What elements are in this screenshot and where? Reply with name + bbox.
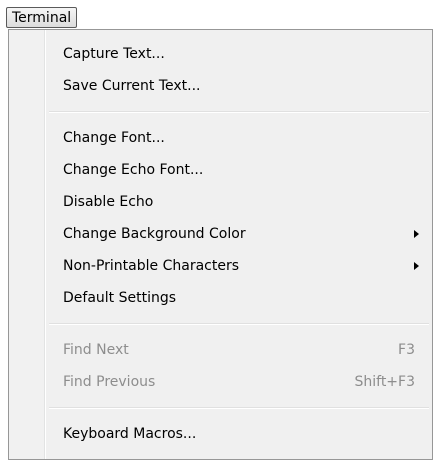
menu-item-label: Capture Text...: [63, 46, 165, 62]
submenu-arrow-icon: [414, 230, 419, 238]
terminal-dropdown-menu: Capture Text... Save Current Text... Cha…: [8, 29, 433, 460]
menu-item-shortcut: F3: [398, 342, 415, 358]
menu-item-disable-echo[interactable]: Disable Echo: [49, 186, 429, 218]
submenu-arrow-icon: [414, 262, 419, 270]
menu-item-change-background-color[interactable]: Change Background Color: [49, 218, 429, 250]
menu-item-change-font[interactable]: Change Font...: [49, 122, 429, 154]
menu-separator: [49, 323, 429, 325]
menu-separator: [49, 111, 429, 113]
menu-item-find-next: Find Next F3: [49, 334, 429, 366]
menu-icon-gutter: [9, 30, 46, 459]
menu-item-label: Change Background Color: [63, 226, 246, 242]
menu-item-label: Disable Echo: [63, 194, 154, 210]
menu-item-find-previous: Find Previous Shift+F3: [49, 366, 429, 398]
menu-item-label: Default Settings: [63, 290, 177, 306]
menu-item-label: Find Previous: [63, 374, 156, 390]
menu-item-change-echo-font[interactable]: Change Echo Font...: [49, 154, 429, 186]
menu-item-shortcut: Shift+F3: [354, 374, 415, 390]
menu-item-default-settings[interactable]: Default Settings: [49, 282, 429, 314]
menu-item-label: Change Font...: [63, 130, 165, 146]
menu-item-non-printable-characters[interactable]: Non-Printable Characters: [49, 250, 429, 282]
terminal-menu-button[interactable]: Terminal: [6, 7, 78, 28]
menu-item-label: Save Current Text...: [63, 78, 201, 94]
menu-item-label: Find Next: [63, 342, 129, 358]
menu-separator: [49, 407, 429, 409]
menu-item-label: Keyboard Macros...: [63, 426, 197, 442]
menu-item-label: Change Echo Font...: [63, 162, 204, 178]
menubar: Terminal: [0, 0, 440, 32]
menu-item-capture-text[interactable]: Capture Text...: [49, 38, 429, 70]
menu-item-save-current-text[interactable]: Save Current Text...: [49, 70, 429, 102]
menu-item-keyboard-macros[interactable]: Keyboard Macros...: [49, 418, 429, 450]
menu-item-label: Non-Printable Characters: [63, 258, 239, 274]
